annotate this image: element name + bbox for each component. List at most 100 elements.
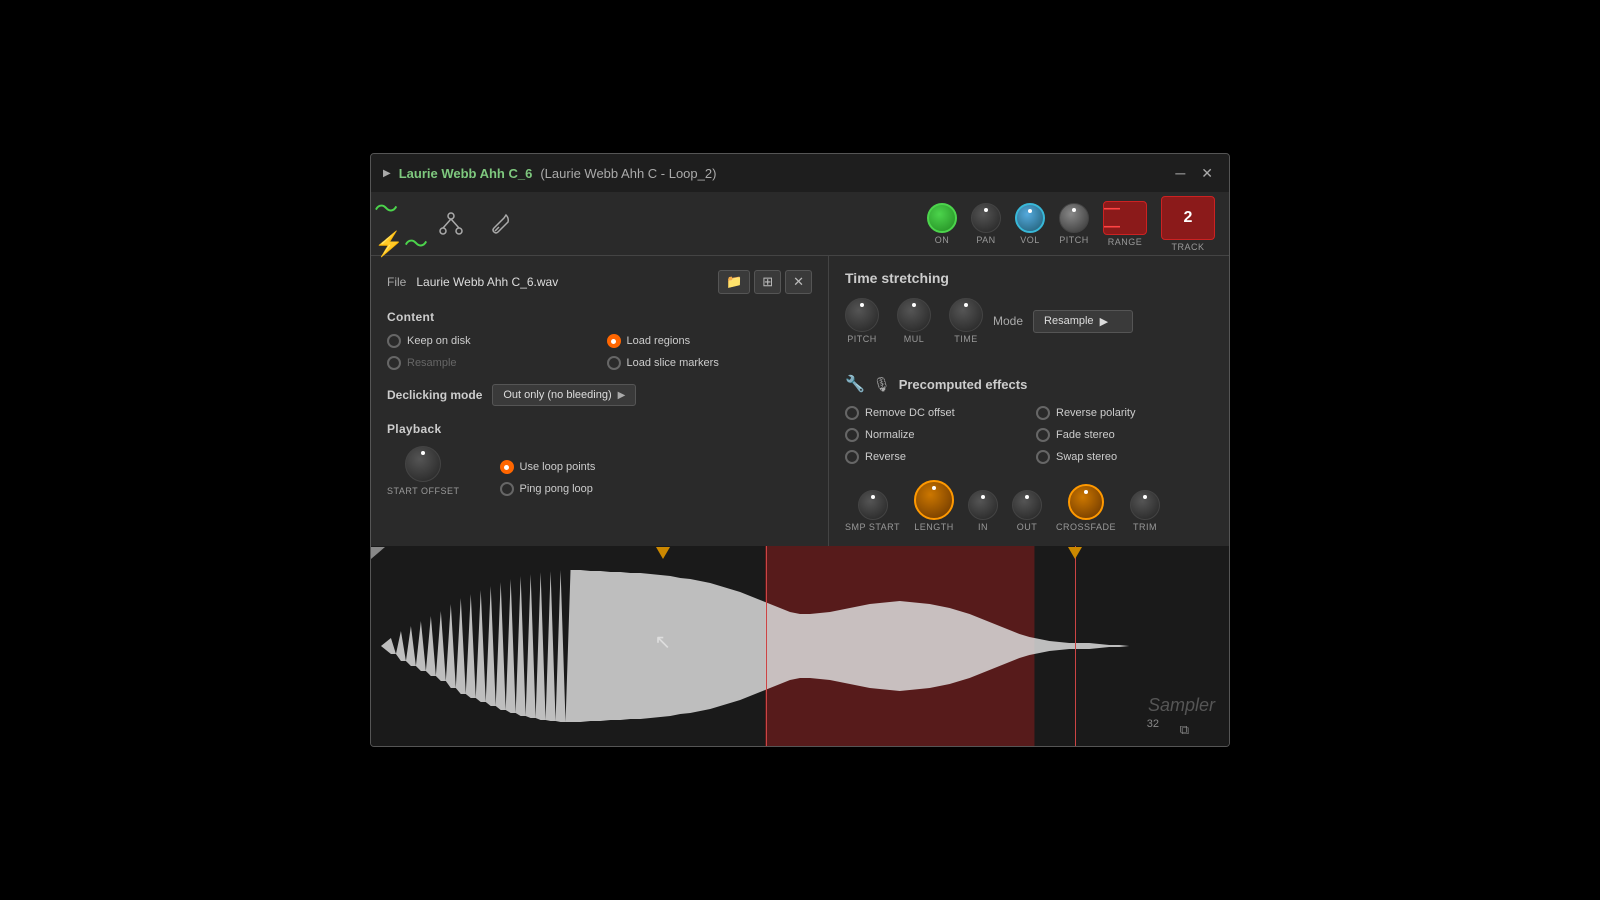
fade-stereo-radio[interactable] [1036, 428, 1050, 442]
in-knob[interactable] [968, 490, 998, 520]
open-folder-button[interactable]: 📁 [718, 270, 750, 294]
playback-inner: START OFFSET Use loop points Ping pong l… [387, 446, 812, 496]
sampler-label: Sampler [1148, 695, 1215, 716]
expand-arrow-icon[interactable]: ▶ [383, 168, 391, 179]
use-loop-points-label: Use loop points [520, 461, 596, 473]
dropdown-arrow-icon: ▶ [618, 390, 626, 401]
ping-pong-radio[interactable] [500, 482, 514, 496]
on-knob[interactable] [927, 203, 957, 233]
start-offset-knob[interactable] [405, 446, 441, 482]
reverse-radio[interactable] [845, 450, 859, 464]
close-button[interactable]: ✕ [1197, 165, 1217, 182]
precomputed-header: 🔧 🎙 Precomputed effects [845, 374, 1213, 394]
track-button[interactable]: 2 [1161, 196, 1215, 240]
fade-stereo-option[interactable]: Fade stereo [1036, 428, 1213, 442]
load-slice-option[interactable]: Load slice markers [607, 356, 813, 370]
toolbar-left: 〜⚡〜 [385, 208, 907, 240]
resample-radio[interactable] [387, 356, 401, 370]
ping-pong-label: Ping pong loop [520, 483, 593, 495]
ping-pong-option[interactable]: Ping pong loop [500, 482, 596, 496]
settings-tool-button[interactable] [485, 208, 517, 240]
load-slice-label: Load slice markers [627, 357, 719, 369]
keep-on-disk-option[interactable]: Keep on disk [387, 334, 593, 348]
use-loop-points-option[interactable]: Use loop points [500, 460, 596, 474]
pitch-knob-group: PITCH [1059, 203, 1089, 245]
trim-label: TRIM [1133, 522, 1157, 532]
routing-tool-button[interactable] [435, 208, 467, 240]
in-label: IN [978, 522, 988, 532]
toolbar: 〜⚡〜 ON [371, 192, 1229, 256]
ts-mul-knob[interactable] [897, 298, 931, 332]
resample-option[interactable]: Resample [387, 356, 593, 370]
loop-start-marker[interactable] [656, 546, 670, 564]
length-knob[interactable] [914, 480, 954, 520]
declicking-value: Out only (no bleeding) [503, 389, 611, 401]
ts-pitch-knob-group: PITCH [845, 298, 879, 344]
vol-knob-group: VOL [1015, 203, 1045, 245]
loop-end-cursor [1075, 546, 1076, 746]
browse-button[interactable]: ⊞ [754, 270, 781, 294]
pitch-knob[interactable] [1059, 203, 1089, 233]
load-regions-radio[interactable] [607, 334, 621, 348]
file-row: File Laurie Webb Ahh C_6.wav 📁 ⊞ ✕ [387, 270, 812, 294]
normalize-option[interactable]: Normalize [845, 428, 1022, 442]
reverse-polarity-option[interactable]: Reverse polarity [1036, 406, 1213, 420]
track-label: TRACK [1171, 242, 1204, 252]
ts-time-knob-group: TIME [949, 298, 983, 344]
ts-area: PITCH MUL TIME Mode Resample ▶ [845, 298, 1213, 360]
reverse-polarity-radio[interactable] [1036, 406, 1050, 420]
swap-stereo-label: Swap stereo [1056, 451, 1117, 463]
ts-mode-row: Mode Resample ▶ [993, 310, 1133, 333]
on-knob-group: ON [927, 203, 957, 245]
loop-end-marker[interactable] [1068, 546, 1082, 564]
reverse-option[interactable]: Reverse [845, 450, 1022, 464]
pan-knob[interactable] [971, 203, 1001, 233]
length-group: LENGTH [914, 480, 954, 532]
load-slice-radio[interactable] [607, 356, 621, 370]
playback-title: Playback [387, 422, 812, 436]
use-loop-points-radio[interactable] [500, 460, 514, 474]
crossfade-group: CROSSFADE [1056, 484, 1116, 532]
ts-pitch-knob[interactable] [845, 298, 879, 332]
minimize-button[interactable]: ─ [1171, 165, 1189, 182]
ts-pitch-label: PITCH [847, 334, 877, 344]
declicking-dropdown[interactable]: Out only (no bleeding) ▶ [492, 384, 636, 406]
crossfade-label: CROSSFADE [1056, 522, 1116, 532]
vol-label: VOL [1020, 235, 1040, 245]
reverse-polarity-label: Reverse polarity [1056, 407, 1135, 419]
reverse-label: Reverse [865, 451, 906, 463]
mode-dropdown[interactable]: Resample ▶ [1033, 310, 1133, 333]
keep-on-disk-radio[interactable] [387, 334, 401, 348]
right-panel: Time stretching PITCH MUL TIME [829, 256, 1229, 546]
clear-file-button[interactable]: ✕ [785, 270, 812, 294]
range-button[interactable]: — — [1103, 201, 1147, 235]
length-label: LENGTH [914, 522, 954, 532]
in-group: IN [968, 490, 998, 532]
swap-stereo-option[interactable]: Swap stereo [1036, 450, 1213, 464]
start-offset-label: START OFFSET [387, 486, 460, 496]
main-window: ▶ Laurie Webb Ahh C_6 (Laurie Webb Ahh C… [370, 153, 1230, 747]
vol-knob[interactable] [1015, 203, 1045, 233]
remove-dc-label: Remove DC offset [865, 407, 955, 419]
waveform-inner: Sampler ↖ 32 ⧉ [371, 546, 1229, 746]
time-stretching-title: Time stretching [845, 270, 1213, 286]
ts-time-label: TIME [954, 334, 978, 344]
load-regions-option[interactable]: Load regions [607, 334, 813, 348]
swap-stereo-radio[interactable] [1036, 450, 1050, 464]
window-title-main: Laurie Webb Ahh C_6 [399, 166, 533, 181]
file-name: Laurie Webb Ahh C_6.wav [416, 275, 708, 289]
remove-dc-radio[interactable] [845, 406, 859, 420]
waveform-num: 32 [1147, 718, 1159, 730]
ts-time-knob[interactable] [949, 298, 983, 332]
crossfade-knob[interactable] [1068, 484, 1104, 520]
track-number: 2 [1184, 209, 1193, 227]
normalize-radio[interactable] [845, 428, 859, 442]
out-knob[interactable] [1012, 490, 1042, 520]
remove-dc-option[interactable]: Remove DC offset [845, 406, 1022, 420]
waveform-copy-icon[interactable]: ⧉ [1180, 722, 1189, 738]
keep-on-disk-label: Keep on disk [407, 335, 471, 347]
waveform-tool-button[interactable]: 〜⚡〜 [385, 208, 417, 240]
trim-knob[interactable] [1130, 490, 1160, 520]
smp-start-knob[interactable] [858, 490, 888, 520]
track-group: 2 TRACK [1161, 196, 1215, 252]
